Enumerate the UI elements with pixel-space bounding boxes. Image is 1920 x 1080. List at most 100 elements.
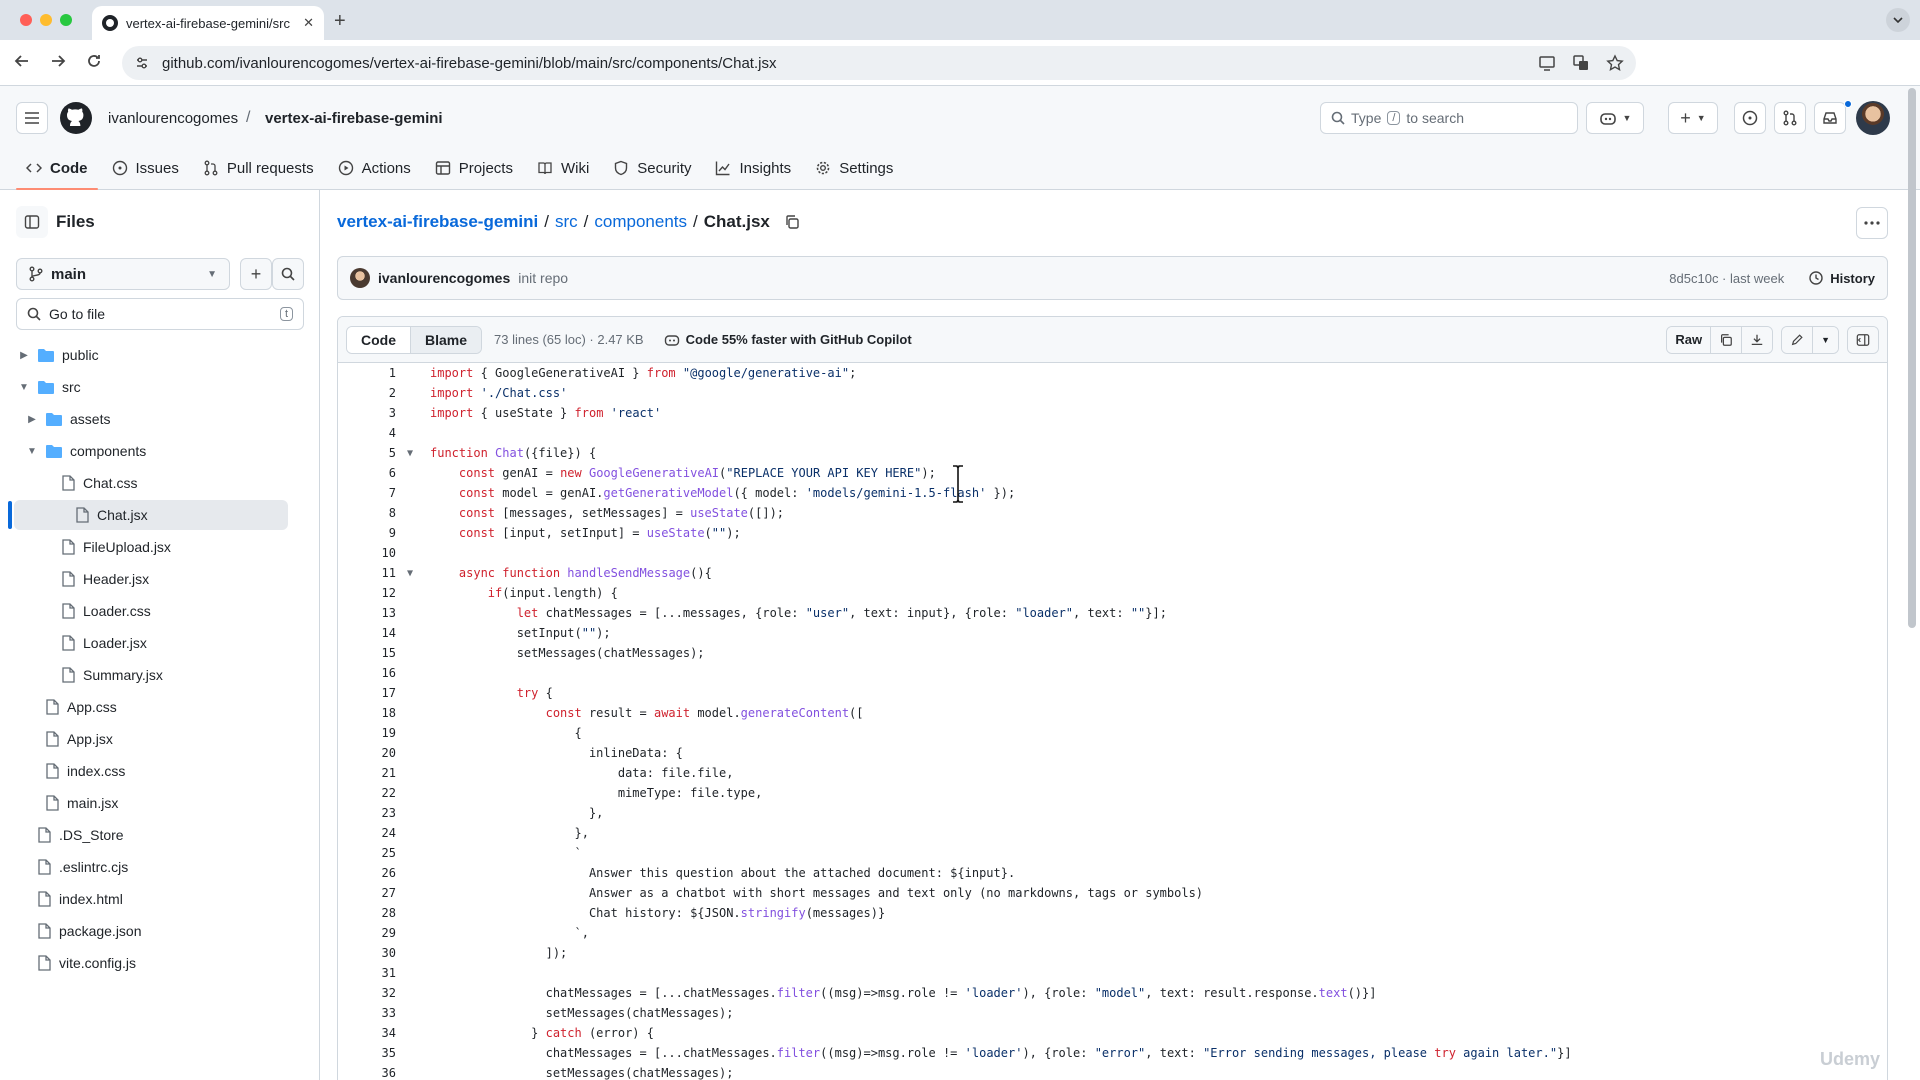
translate-icon[interactable] bbox=[1572, 54, 1590, 72]
line-number[interactable]: 1 bbox=[338, 366, 396, 380]
line-number[interactable]: 16 bbox=[338, 666, 396, 680]
tree-file-index-html[interactable]: index.html bbox=[18, 884, 290, 914]
breadcrumb-repo-link[interactable]: vertex-ai-firebase-gemini bbox=[337, 212, 538, 232]
pull-requests-button[interactable] bbox=[1774, 102, 1806, 134]
repo-name-link[interactable]: vertex-ai-firebase-gemini bbox=[265, 110, 443, 127]
copy-raw-icon[interactable] bbox=[1710, 326, 1742, 353]
line-number[interactable]: 24 bbox=[338, 826, 396, 840]
create-new-button[interactable]: + ▼ bbox=[1668, 102, 1718, 134]
tree-file-vite-config-js[interactable]: vite.config.js bbox=[18, 948, 290, 978]
close-window-button[interactable] bbox=[20, 14, 32, 26]
tree-folder-assets[interactable]: ▶ assets bbox=[26, 404, 290, 434]
tree-file-main-jsx[interactable]: main.jsx bbox=[26, 788, 290, 818]
tree-folder-public[interactable]: ▶ public bbox=[18, 340, 290, 370]
branch-selector[interactable]: main ▼ bbox=[16, 258, 230, 290]
download-raw-icon[interactable] bbox=[1741, 326, 1773, 353]
line-number[interactable]: 7 bbox=[338, 486, 396, 500]
address-bar[interactable]: github.com/ivanlourencogomes/vertex-ai-f… bbox=[122, 46, 1636, 80]
line-number[interactable]: 28 bbox=[338, 906, 396, 920]
line-number[interactable]: 30 bbox=[338, 946, 396, 960]
copy-path-icon[interactable] bbox=[784, 214, 800, 230]
minimize-window-button[interactable] bbox=[40, 14, 52, 26]
install-app-icon[interactable] bbox=[1538, 54, 1556, 72]
repo-owner-link[interactable]: ivanlourencogomes bbox=[108, 110, 238, 127]
inbox-button[interactable] bbox=[1814, 102, 1846, 134]
page-scrollbar[interactable] bbox=[1908, 88, 1916, 628]
symbols-panel-icon[interactable] bbox=[1848, 326, 1878, 353]
line-number[interactable]: 23 bbox=[338, 806, 396, 820]
line-number[interactable]: 6 bbox=[338, 466, 396, 480]
more-options-button[interactable] bbox=[1856, 207, 1888, 239]
line-number[interactable]: 29 bbox=[338, 926, 396, 940]
line-number[interactable]: 32 bbox=[338, 986, 396, 1000]
line-number[interactable]: 18 bbox=[338, 706, 396, 720]
browser-tab[interactable]: vertex-ai-firebase-gemini/src ✕ bbox=[92, 6, 324, 40]
fold-chevron-down-icon[interactable]: ▼ bbox=[396, 568, 424, 579]
tree-file-chat-css[interactable]: Chat.css bbox=[34, 468, 290, 498]
line-number[interactable]: 31 bbox=[338, 966, 396, 980]
go-to-file-input[interactable]: Go to file t bbox=[16, 298, 304, 330]
line-number[interactable]: 5 bbox=[338, 446, 396, 460]
tab-security[interactable]: Security bbox=[603, 152, 701, 184]
tree-file-app-jsx[interactable]: App.jsx bbox=[26, 724, 290, 754]
commit-meta[interactable]: 8d5c10c · last week bbox=[1669, 271, 1784, 286]
issues-button[interactable] bbox=[1734, 102, 1766, 134]
chevron-right-icon[interactable]: ▶ bbox=[18, 350, 30, 361]
back-arrow-icon[interactable] bbox=[14, 53, 30, 69]
line-number[interactable]: 33 bbox=[338, 1006, 396, 1020]
tree-file-loader-css[interactable]: Loader.css bbox=[34, 596, 290, 626]
tree-folder-src[interactable]: ▼ src bbox=[18, 372, 290, 402]
edit-pencil-icon[interactable] bbox=[1782, 326, 1813, 353]
tab-search-chevron-icon[interactable] bbox=[1886, 8, 1910, 32]
raw-button[interactable]: Raw bbox=[1667, 326, 1711, 353]
tab-settings[interactable]: Settings bbox=[805, 152, 903, 184]
line-number[interactable]: 12 bbox=[338, 586, 396, 600]
github-logo-icon[interactable] bbox=[60, 102, 92, 134]
fold-chevron-down-icon[interactable]: ▼ bbox=[396, 448, 424, 459]
line-number[interactable]: 25 bbox=[338, 846, 396, 860]
line-number[interactable]: 13 bbox=[338, 606, 396, 620]
breadcrumb-components-link[interactable]: components bbox=[594, 212, 687, 232]
line-number[interactable]: 10 bbox=[338, 546, 396, 560]
tree-file-header-jsx[interactable]: Header.jsx bbox=[34, 564, 290, 594]
tree-file-index-css[interactable]: index.css bbox=[26, 756, 290, 786]
tree-file-summary-jsx[interactable]: Summary.jsx bbox=[34, 660, 290, 690]
copilot-promo-link[interactable]: Code 55% faster with GitHub Copilot bbox=[664, 332, 912, 347]
maximize-window-button[interactable] bbox=[60, 14, 72, 26]
line-number[interactable]: 20 bbox=[338, 746, 396, 760]
line-number[interactable]: 2 bbox=[338, 386, 396, 400]
tree-file-fileupload-jsx[interactable]: FileUpload.jsx bbox=[34, 532, 290, 562]
line-number[interactable]: 34 bbox=[338, 1026, 396, 1040]
search-files-button[interactable] bbox=[272, 258, 304, 290]
tab-projects[interactable]: Projects bbox=[425, 152, 523, 184]
line-number[interactable]: 8 bbox=[338, 506, 396, 520]
copilot-chevron-down-icon[interactable]: ▼ bbox=[1623, 113, 1632, 123]
tab-issues[interactable]: Issues bbox=[102, 152, 189, 184]
line-number[interactable]: 22 bbox=[338, 786, 396, 800]
add-file-button[interactable]: + bbox=[240, 258, 272, 290]
tree-file-app-css[interactable]: App.css bbox=[26, 692, 290, 722]
collapse-sidebar-button[interactable] bbox=[16, 206, 48, 238]
chevron-down-icon[interactable]: ▼ bbox=[18, 382, 30, 393]
tab-pull-requests[interactable]: Pull requests bbox=[193, 152, 324, 184]
line-number[interactable]: 27 bbox=[338, 886, 396, 900]
tree-file-loader-jsx[interactable]: Loader.jsx bbox=[34, 628, 290, 658]
line-number[interactable]: 15 bbox=[338, 646, 396, 660]
line-number[interactable]: 35 bbox=[338, 1046, 396, 1060]
line-number[interactable]: 19 bbox=[338, 726, 396, 740]
tab-wiki[interactable]: Wiki bbox=[527, 152, 599, 184]
tab-close-icon[interactable]: ✕ bbox=[303, 15, 314, 31]
tree-file-chat-jsx[interactable]: Chat.jsx bbox=[14, 500, 288, 530]
search-input[interactable]: Type / to search bbox=[1320, 102, 1578, 134]
tab-insights[interactable]: Insights bbox=[705, 152, 801, 184]
chevron-right-icon[interactable]: ▶ bbox=[26, 414, 38, 425]
line-number[interactable]: 26 bbox=[338, 866, 396, 880]
forward-arrow-icon[interactable] bbox=[50, 53, 66, 69]
tree-file-package-json[interactable]: package.json bbox=[18, 916, 290, 946]
history-button[interactable]: History bbox=[1808, 270, 1875, 286]
tree-file-eslintrc-cjs[interactable]: .eslintrc.cjs bbox=[18, 852, 290, 882]
blame-view-button[interactable]: Blame bbox=[410, 326, 482, 353]
line-number[interactable]: 11 bbox=[338, 566, 396, 580]
line-number[interactable]: 3 bbox=[338, 406, 396, 420]
user-avatar[interactable] bbox=[1856, 101, 1890, 135]
